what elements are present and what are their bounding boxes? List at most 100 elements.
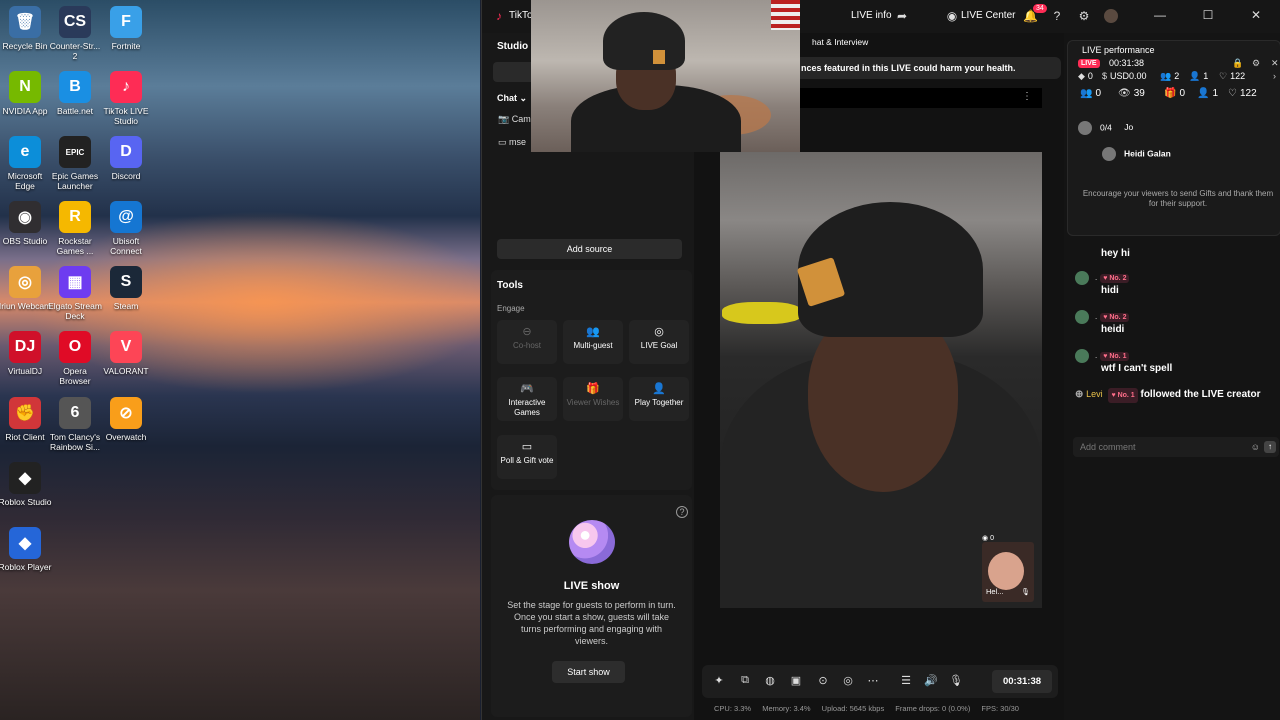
- viewers-value: 2: [1174, 71, 1180, 81]
- chat-user[interactable]: . ♥ No. 2: [1075, 271, 1275, 285]
- desktop-wallpaper: 🗑 Recycle Bin CS Counter-Str... 2 F Fortnite N…: [0, 0, 480, 720]
- live-preview: ◉ 0 Hel... 🎙: [720, 152, 1042, 608]
- sliders-icon[interactable]: ☰: [899, 674, 913, 687]
- settings-gear-icon[interactable]: ⚙: [1077, 9, 1091, 23]
- stats-bar: CPU: 3.3% Memory: 3.4% Upload: 5645 kbps…: [714, 704, 1028, 713]
- avatar: [1078, 121, 1092, 135]
- viewer-slot-row[interactable]: 0/4 Jo: [1078, 121, 1133, 135]
- desktop-icon[interactable]: ♪ TikTok LIVE Studio: [99, 71, 153, 126]
- speaker-icon[interactable]: 🔊: [924, 674, 938, 687]
- layout-icon[interactable]: ⧉: [738, 674, 752, 687]
- chat-user[interactable]: . ♥ No. 2: [1075, 310, 1275, 324]
- usd-stat: $ USD0.00: [1102, 71, 1147, 81]
- desktop-icon[interactable]: @ Ubisoft Connect: [99, 201, 153, 256]
- new-followers-stat: 👤 1: [1189, 71, 1208, 82]
- source-row-mse[interactable]: ▭ mse: [498, 137, 526, 148]
- profile-avatar[interactable]: [1104, 9, 1118, 23]
- flag: [771, 0, 800, 30]
- rank-badge: ♥ No. 2: [1100, 274, 1130, 284]
- desktop-icon[interactable]: e Microsoft Edge: [0, 136, 52, 191]
- desktop-icon[interactable]: 6 Tom Clancy's Rainbow Si...: [48, 397, 102, 452]
- source-row-cam[interactable]: 📷 Cam: [498, 114, 531, 125]
- record-icon[interactable]: ⊙: [816, 674, 830, 687]
- chat-label: Chat: [497, 93, 517, 103]
- desktop-icon[interactable]: ✊ Riot Client: [0, 397, 52, 442]
- desktop-icon[interactable]: EPIC Epic Games Launcher: [48, 136, 102, 191]
- chat-text: heidi: [1101, 324, 1125, 335]
- live-center-button[interactable]: LIVE Center: [961, 10, 1015, 21]
- desktop-icon[interactable]: ◆ Roblox Studio: [0, 462, 52, 507]
- close-icon[interactable]: ✕: [1249, 8, 1263, 22]
- desktop-icon-label: Opera Browser: [59, 366, 91, 386]
- tools-section: Tools Engage ⊖ Co-host 👥 Multi-guest ◎ LIVE G…: [491, 270, 692, 490]
- desktop-icon-label: Iriun Webcam: [0, 301, 52, 311]
- viewer-name: Heidi Galan: [1124, 148, 1171, 159]
- desktop-icon[interactable]: D Discord: [99, 136, 153, 181]
- help-icon[interactable]: ?: [1050, 9, 1064, 23]
- maximize-icon[interactable]: ☐: [1201, 8, 1215, 22]
- elapsed-time: 00:31:38: [1109, 58, 1145, 68]
- desktop-icon-label: Battle.net: [57, 106, 93, 116]
- chat-text: hey hi: [1101, 248, 1130, 259]
- desktop-icon-label: Counter-Str... 2: [49, 41, 101, 61]
- live-show-description: Set the stage for guests to perform in t…: [507, 600, 676, 646]
- desktop-icon[interactable]: V VALORANT: [99, 331, 153, 376]
- chat-message: . ♥ No. 1 wtf I can't spell: [1075, 349, 1275, 374]
- desktop-icon[interactable]: CS Counter-Str... 2: [48, 6, 102, 61]
- desktop-icon[interactable]: R Rockstar Games ...: [48, 201, 102, 256]
- banner-text: hat & Interview: [812, 37, 869, 47]
- app-icon: @: [110, 201, 142, 233]
- close-icon[interactable]: ✕: [1271, 58, 1279, 69]
- start-show-button[interactable]: Start show: [552, 661, 625, 683]
- screen-icon[interactable]: ▣: [789, 674, 803, 687]
- desktop-icon[interactable]: S Steam: [99, 266, 153, 311]
- upload-stat: Upload: 5645 kbps: [821, 704, 885, 713]
- help-icon[interactable]: ?: [676, 506, 688, 518]
- desktop-icon[interactable]: ◎ Iriun Webcam: [0, 266, 52, 311]
- live-info-button[interactable]: LIVE info: [851, 10, 892, 21]
- chat-user[interactable]: . ♥ No. 1: [1075, 349, 1275, 363]
- chat-message: . ♥ No. 2 heidi: [1075, 310, 1275, 335]
- app-icon: ✊: [9, 397, 41, 429]
- viewer-row[interactable]: Heidi Galan: [1102, 147, 1171, 161]
- filter-icon[interactable]: ◍: [763, 674, 777, 687]
- desktop-icon[interactable]: B Battle.net: [48, 71, 102, 116]
- share-icon[interactable]: ➦: [895, 9, 909, 23]
- minimize-icon[interactable]: —: [1153, 8, 1167, 22]
- more-options-icon[interactable]: ⋮: [1022, 91, 1032, 102]
- tool-multi-guest[interactable]: 👥 Multi-guest: [563, 320, 623, 364]
- lock-icon[interactable]: 🔒: [1232, 58, 1243, 69]
- tool-label: Poll & Gift vote: [500, 456, 554, 465]
- desktop-icon[interactable]: ▦ Elgato Stream Deck: [48, 266, 102, 321]
- capture-icon[interactable]: ◎: [841, 674, 855, 687]
- effects-wand-icon[interactable]: ✦: [712, 674, 726, 687]
- follower-name[interactable]: Levi: [1086, 389, 1103, 399]
- tool-viewer-wishes: 🎁 Viewer Wishes: [563, 377, 623, 421]
- send-icon[interactable]: ↑: [1264, 441, 1276, 453]
- desktop-icon[interactable]: DJ VirtualDJ: [0, 331, 52, 376]
- desktop-icon[interactable]: 🗑 Recycle Bin: [0, 6, 52, 51]
- tool-interactive-games[interactable]: 🎮 Interactive Games: [497, 377, 557, 421]
- desktop-icon[interactable]: F Fortnite: [99, 6, 153, 51]
- desktop-icon[interactable]: ◆ Roblox Player: [0, 527, 52, 572]
- tool-play-together[interactable]: 👤 Play Together: [629, 377, 689, 421]
- chat-dropdown[interactable]: Chat ⌄: [497, 93, 527, 104]
- add-source-button[interactable]: Add source: [497, 239, 682, 259]
- desktop-icon[interactable]: ◉ OBS Studio: [0, 201, 52, 246]
- likes-value: 122: [1230, 71, 1246, 81]
- app-icon: B: [59, 71, 91, 103]
- settings-gear-icon[interactable]: ⚙: [1252, 58, 1260, 69]
- desktop-icon[interactable]: N NVIDIA App: [0, 71, 52, 116]
- chevron-right-icon[interactable]: ›: [1273, 71, 1276, 81]
- tool-poll-gift-vote[interactable]: ▭ Poll & Gift vote: [497, 435, 557, 479]
- emoji-icon[interactable]: ☺: [1251, 441, 1260, 453]
- tool-live-goal[interactable]: ◎ LIVE Goal: [629, 320, 689, 364]
- desktop-icon[interactable]: ⊘ Overwatch: [99, 397, 153, 442]
- microphone-icon[interactable]: 🎙: [949, 674, 963, 687]
- more-icon[interactable]: ⋯: [866, 674, 880, 687]
- app-icon: F: [110, 6, 142, 38]
- guest-tile[interactable]: Hel... 🎙: [982, 542, 1034, 602]
- comment-input[interactable]: Add comment ☺ ↑: [1073, 437, 1279, 457]
- desktop-icon-label: Roblox Studio: [0, 497, 52, 507]
- desktop-icon[interactable]: O Opera Browser: [48, 331, 102, 386]
